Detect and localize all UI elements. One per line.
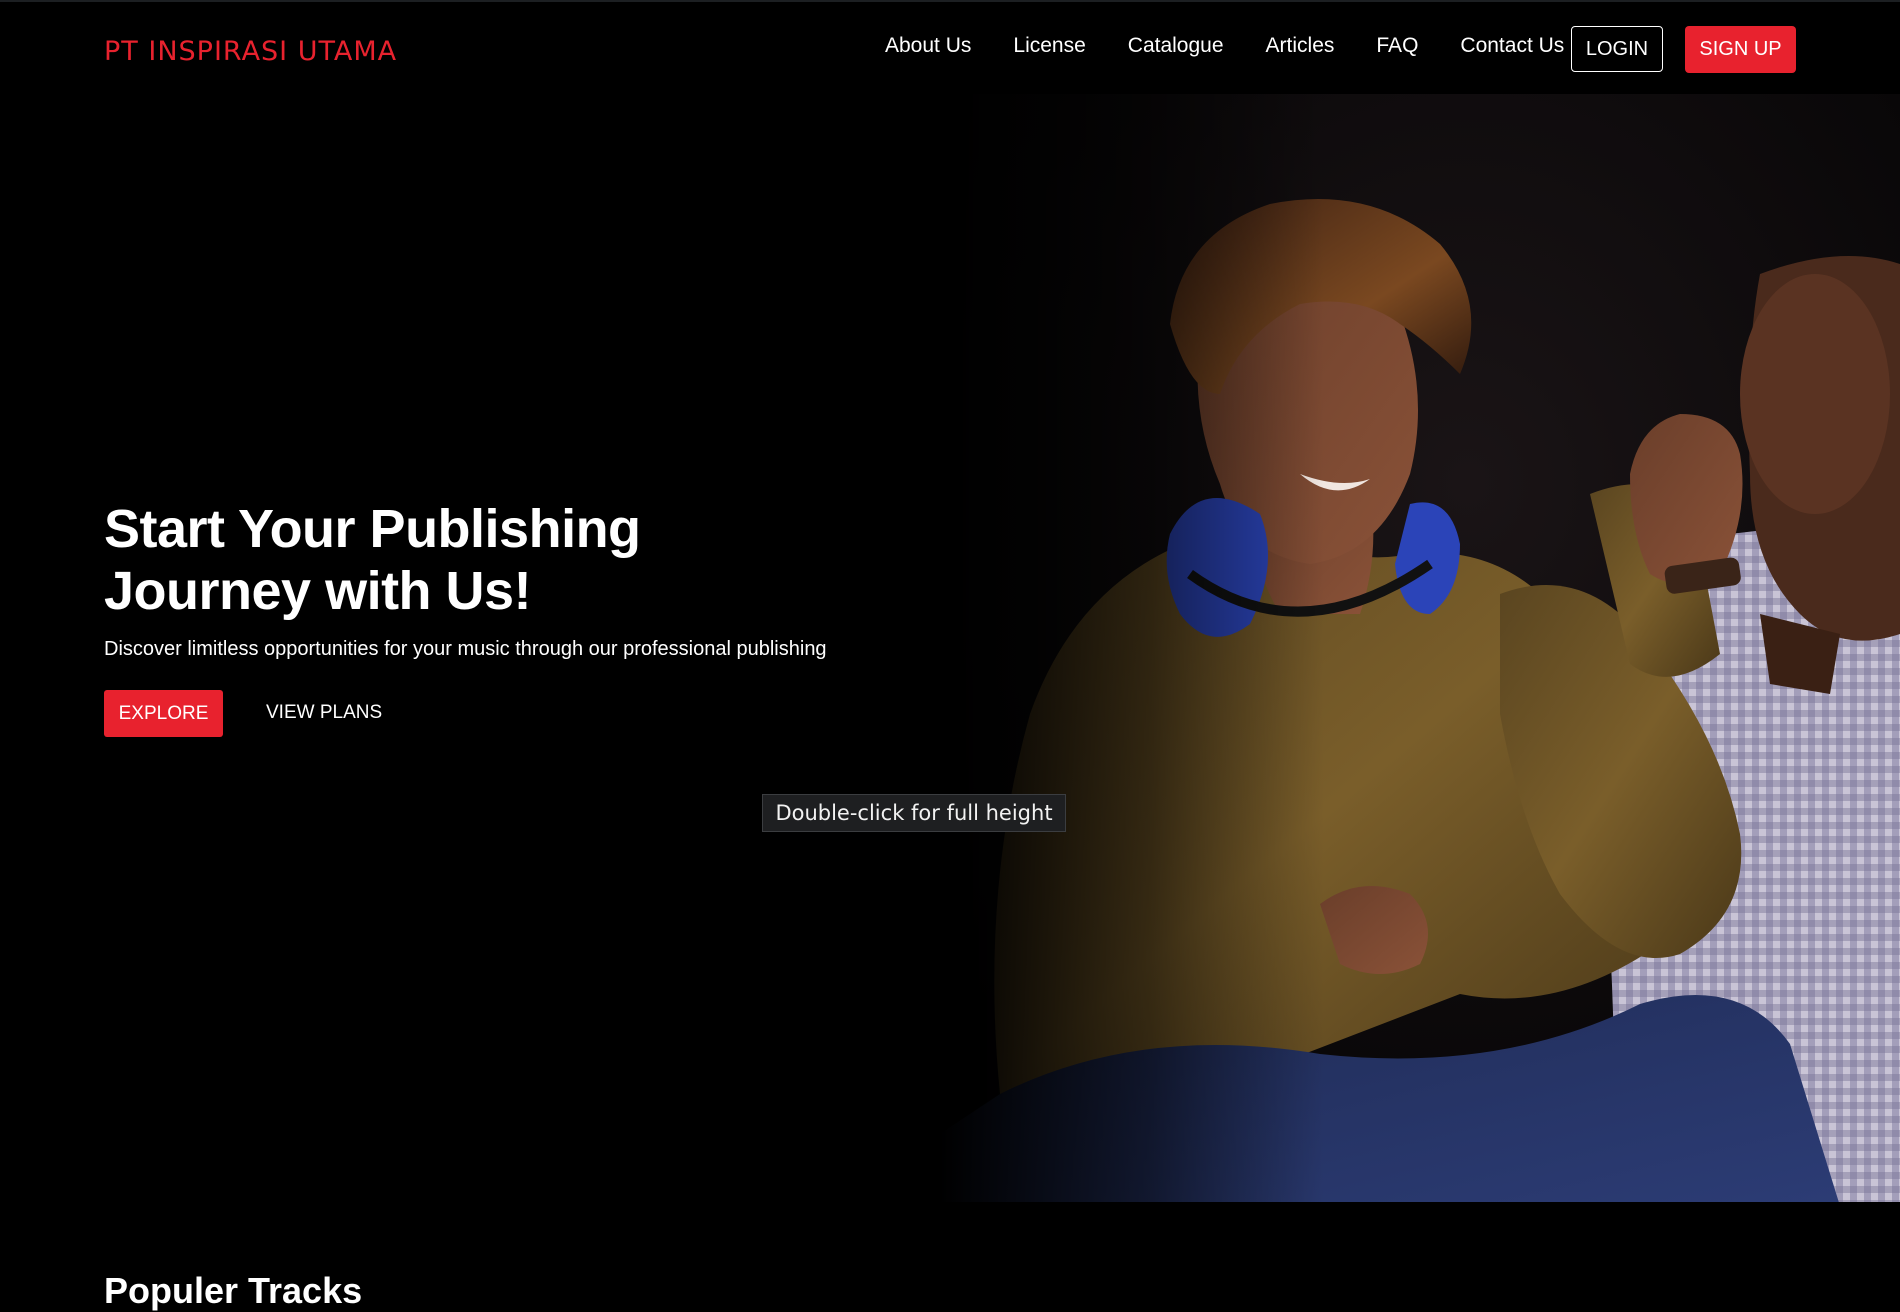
nav-link-contact-us[interactable]: Contact Us	[1460, 34, 1564, 58]
signup-button[interactable]: SIGN UP	[1685, 26, 1796, 73]
nav-link-faq[interactable]: FAQ	[1376, 34, 1418, 58]
nav-link-catalogue[interactable]: Catalogue	[1128, 34, 1224, 58]
page: PT INSPIRASI UTAMA About Us License Cata…	[0, 0, 1900, 1312]
explore-button[interactable]: EXPLORE	[104, 690, 223, 737]
hero-image	[940, 94, 1900, 1206]
navbar: PT INSPIRASI UTAMA About Us License Cata…	[0, 0, 1900, 94]
full-height-tooltip: Double-click for full height	[762, 794, 1066, 832]
brand-logo[interactable]: PT INSPIRASI UTAMA	[104, 36, 397, 67]
nav-link-articles[interactable]: Articles	[1266, 34, 1335, 58]
nav-link-license[interactable]: License	[1013, 34, 1085, 58]
nav-link-about-us[interactable]: About Us	[885, 34, 971, 58]
view-plans-button[interactable]: VIEW PLANS	[266, 702, 382, 724]
login-button[interactable]: LOGIN	[1571, 26, 1663, 72]
popular-tracks-heading: Populer Tracks	[104, 1270, 363, 1311]
hero-subtitle: Discover limitless opportunities for you…	[104, 638, 827, 660]
nav-links: About Us License Catalogue Articles FAQ …	[885, 34, 1606, 58]
hero-section: Start Your Publishing Journey with Us! D…	[0, 94, 1900, 1206]
hero-title: Start Your Publishing Journey with Us!	[104, 499, 641, 621]
